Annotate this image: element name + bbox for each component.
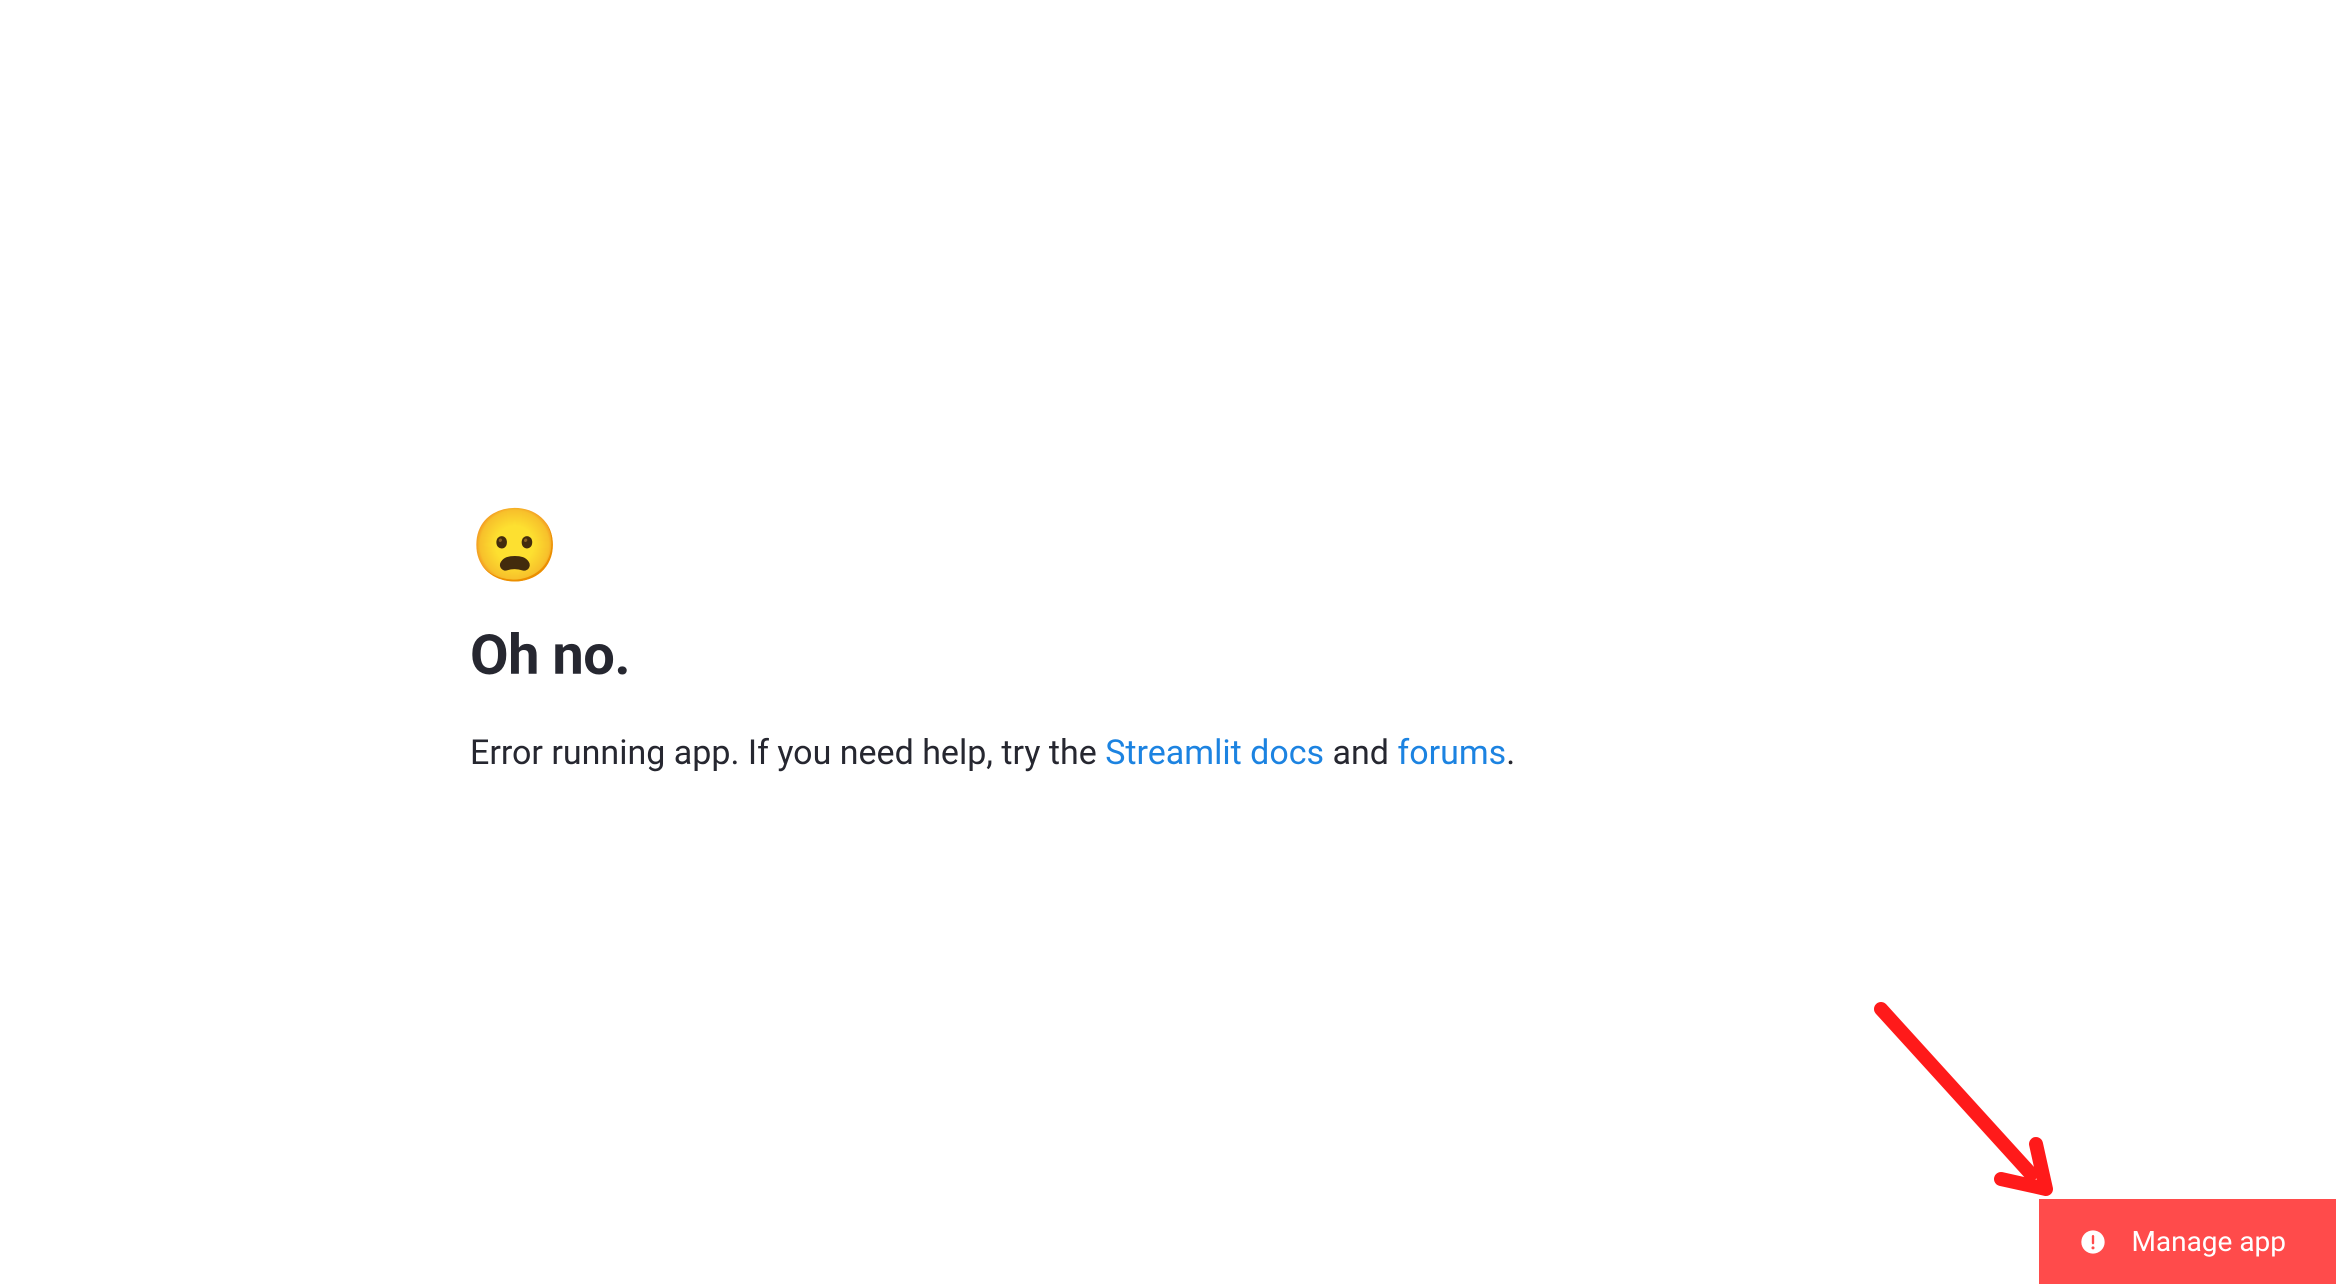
annotation-arrow-icon [1861,999,2061,1199]
manage-app-button[interactable]: Manage app [2039,1199,2336,1284]
alert-icon [2079,1228,2107,1256]
streamlit-docs-link[interactable]: Streamlit docs [1105,733,1324,773]
error-message-prefix: Error running app. If you need help, try… [470,733,1105,773]
error-message: Error running app. If you need help, try… [470,728,1515,779]
manage-app-label: Manage app [2131,1225,2286,1258]
frowning-face-icon: 😦 [470,510,1515,582]
forums-link[interactable]: forums [1397,733,1506,773]
error-message-suffix: . [1506,733,1515,773]
error-heading: Oh no. [470,622,1515,688]
error-content: 😦 Oh no. Error running app. If you need … [470,510,1515,779]
error-message-mid: and [1324,733,1397,773]
